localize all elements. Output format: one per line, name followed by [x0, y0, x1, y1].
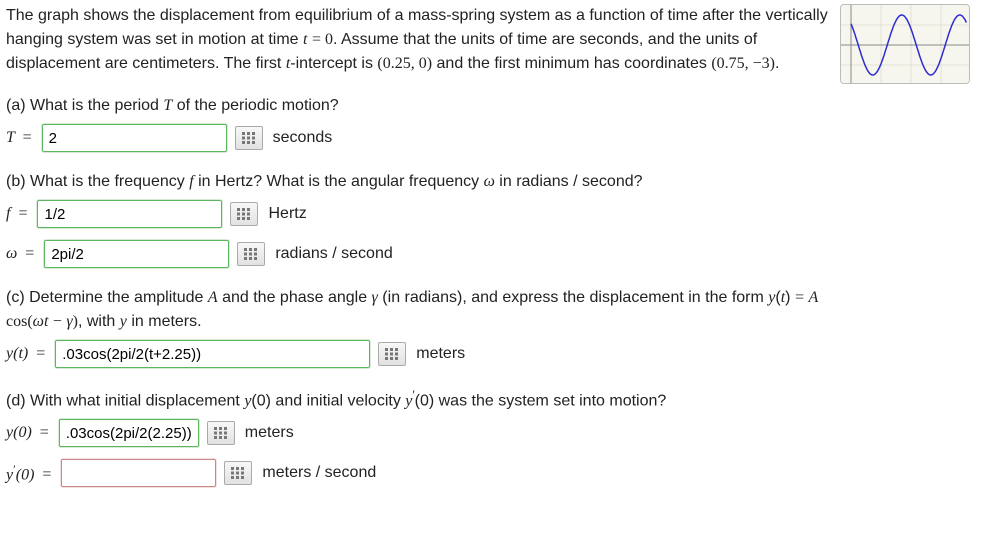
- input-f[interactable]: [37, 200, 222, 228]
- input-y0[interactable]: [59, 419, 199, 447]
- answer-row-yprime0: y′(0) = meters / second: [6, 457, 836, 489]
- keypad-icon[interactable]: [230, 202, 258, 226]
- keypad-icon[interactable]: [237, 242, 265, 266]
- unit-omega: radians / second: [275, 242, 392, 266]
- input-yprime0[interactable]: [61, 459, 216, 487]
- prefix-y0: y(0) =: [6, 421, 53, 445]
- unit-T: seconds: [273, 126, 333, 150]
- answer-row-T: T = seconds: [6, 122, 836, 154]
- answer-row-omega: ω = radians / second: [6, 238, 836, 270]
- answer-row-y0: y(0) = meters: [6, 417, 836, 449]
- prefix-yprime0: y′(0) =: [6, 460, 55, 487]
- answer-row-yt: y(t) = meters: [6, 338, 836, 370]
- part-b: (b) What is the frequency f in Hertz? Wh…: [6, 170, 836, 270]
- prefix-omega: ω =: [6, 242, 38, 266]
- keypad-icon[interactable]: [224, 461, 252, 485]
- part-d: (d) With what initial displacement y(0) …: [6, 386, 836, 489]
- unit-yt: meters: [416, 342, 465, 366]
- unit-y0: meters: [245, 421, 294, 445]
- prefix-yt: y(t) =: [6, 342, 49, 366]
- intro-text: The graph shows the displacement from eq…: [6, 4, 836, 76]
- part-a-label: (a) What is the period T of the periodic…: [6, 94, 836, 118]
- keypad-icon[interactable]: [378, 342, 406, 366]
- displacement-graph[interactable]: [840, 4, 970, 84]
- part-c-label: (c) Determine the amplitude A and the ph…: [6, 286, 836, 334]
- answer-row-f: f = Hertz: [6, 198, 836, 230]
- keypad-icon[interactable]: [207, 421, 235, 445]
- part-a: (a) What is the period T of the periodic…: [6, 94, 836, 154]
- keypad-icon[interactable]: [235, 126, 263, 150]
- prefix-T: T =: [6, 126, 36, 150]
- input-yt[interactable]: [55, 340, 370, 368]
- prefix-f: f =: [6, 202, 31, 226]
- part-c: (c) Determine the amplitude A and the ph…: [6, 286, 836, 370]
- unit-f: Hertz: [268, 202, 306, 226]
- unit-yprime0: meters / second: [262, 461, 376, 485]
- input-T[interactable]: [42, 124, 227, 152]
- part-d-label: (d) With what initial displacement y(0) …: [6, 386, 836, 413]
- input-omega[interactable]: [44, 240, 229, 268]
- part-b-label: (b) What is the frequency f in Hertz? Wh…: [6, 170, 836, 194]
